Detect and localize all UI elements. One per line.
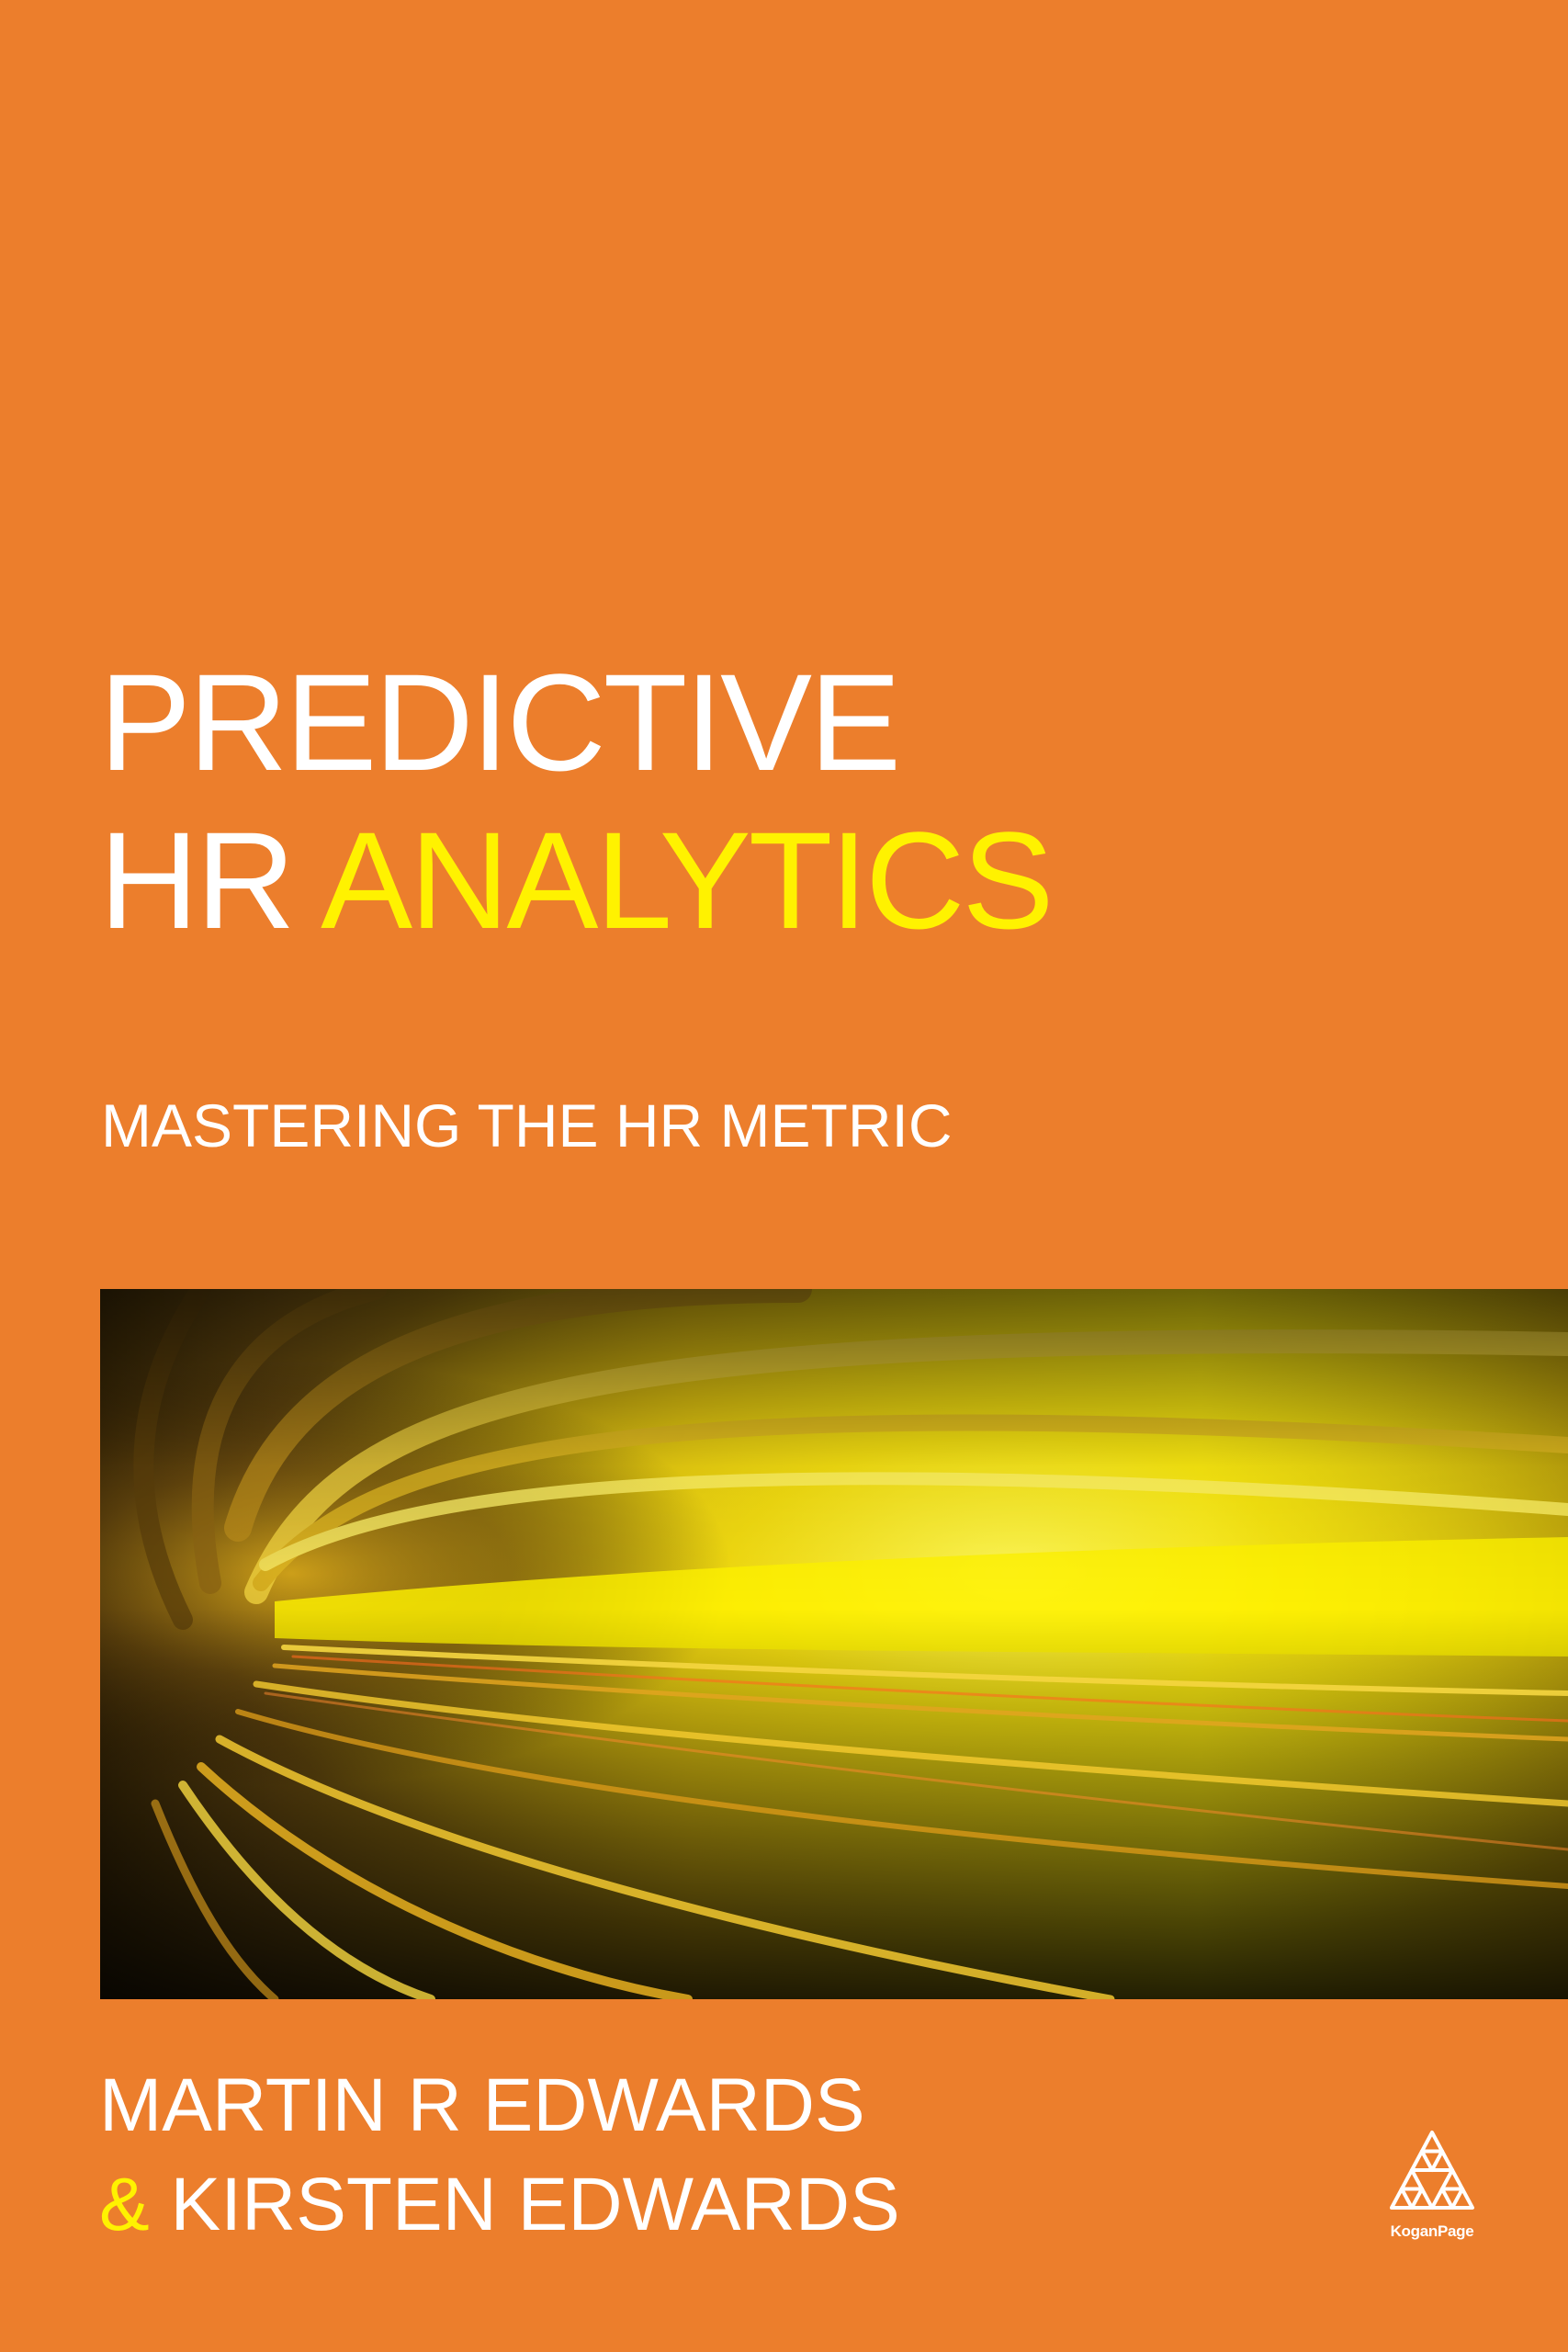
author-2-name: KIRSTEN EDWARDS — [170, 2163, 900, 2246]
title-line-1: PREDICTIVE — [99, 645, 901, 799]
author-2: & KIRSTEN EDWARDS — [99, 2155, 900, 2255]
author-1: MARTIN R EDWARDS — [99, 2064, 865, 2147]
title-analytics: ANALYTICS — [321, 803, 1054, 957]
book-cover: PREDICTIVE HR ANALYTICS MASTERING THE HR… — [0, 0, 1568, 2352]
title-hr: HR — [99, 803, 296, 957]
publisher-mark: KoganPage — [1383, 2129, 1481, 2285]
author-ampersand: & — [99, 2163, 150, 2246]
publisher-name: KoganPage — [1390, 2222, 1474, 2240]
cover-image — [100, 1289, 1568, 1999]
triangle-of-triangles-logo-icon — [1390, 2131, 1474, 2210]
title-line-2: HR ANALYTICS — [99, 801, 1055, 959]
book-authors: MARTIN R EDWARDS & KIRSTEN EDWARDS — [99, 2056, 900, 2255]
book-title: PREDICTIVE HR ANALYTICS — [99, 643, 1055, 959]
book-subtitle: MASTERING THE HR METRIC — [101, 1091, 953, 1159]
